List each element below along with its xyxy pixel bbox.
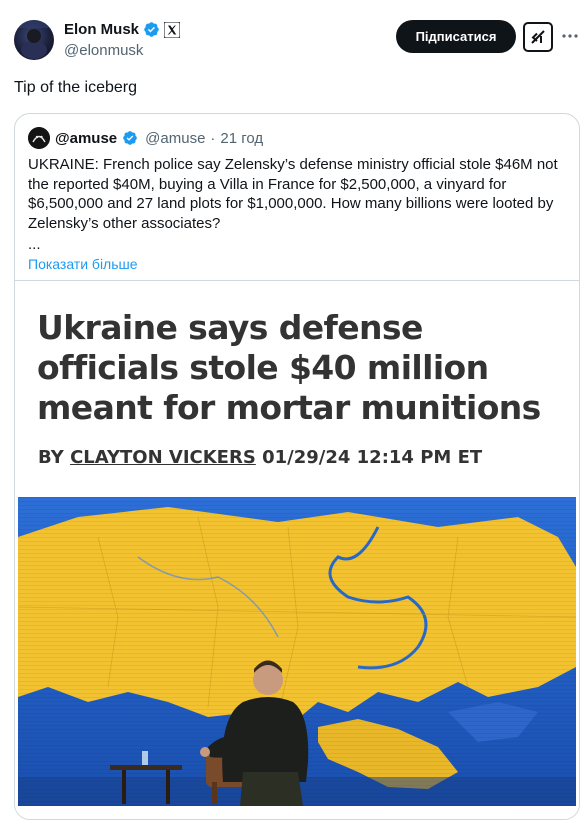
quoted-media[interactable]: Ukraine says defense officials stole $40… [15,280,579,819]
article-byline: BY CLAYTON VICKERS 01/29/24 12:14 PM ET [38,447,482,468]
quoted-avatar[interactable] [28,127,50,149]
follow-button[interactable]: Підписатися [396,20,516,53]
author-display-name[interactable]: Elon Musk [64,21,139,38]
article-headline: Ukraine says defense officials stole $40… [37,308,541,427]
byline-author: CLAYTON VICKERS [70,447,256,468]
author-avatar[interactable] [14,20,54,60]
tweet-header: Elon Musk @elonmusk Підписатися [0,0,588,70]
byline-date: 01/29/24 12:14 PM ET [262,447,483,468]
tweet-text: Tip of the iceberg [14,79,138,96]
quoted-text: UKRAINE: French police say Zelensky’s de… [28,156,558,232]
verified-badge-icon [143,21,160,38]
quoted-ellipsis: ... [28,236,41,253]
separator-dot: · [210,129,216,147]
x-logo-icon [164,21,181,38]
author-name-row: Elon Musk [64,21,181,38]
article-photo [18,497,576,806]
quoted-timestamp[interactable]: 21 год [220,130,263,147]
verified-badge-icon [122,130,138,146]
byline-prefix: BY [38,447,64,468]
author-handle[interactable]: @elonmusk [64,42,143,59]
grok-icon[interactable] [523,22,553,52]
quoted-tweet[interactable]: @amuse @amuse · 21 год UKRAINE: French p… [14,113,580,820]
quoted-handle[interactable]: @amuse [145,130,205,147]
show-more-link[interactable]: Показати більше [28,256,138,272]
quoted-header: @amuse @amuse · 21 год [28,127,263,149]
quoted-display-name[interactable]: @amuse [55,130,117,147]
more-dots-icon[interactable] [558,24,582,48]
